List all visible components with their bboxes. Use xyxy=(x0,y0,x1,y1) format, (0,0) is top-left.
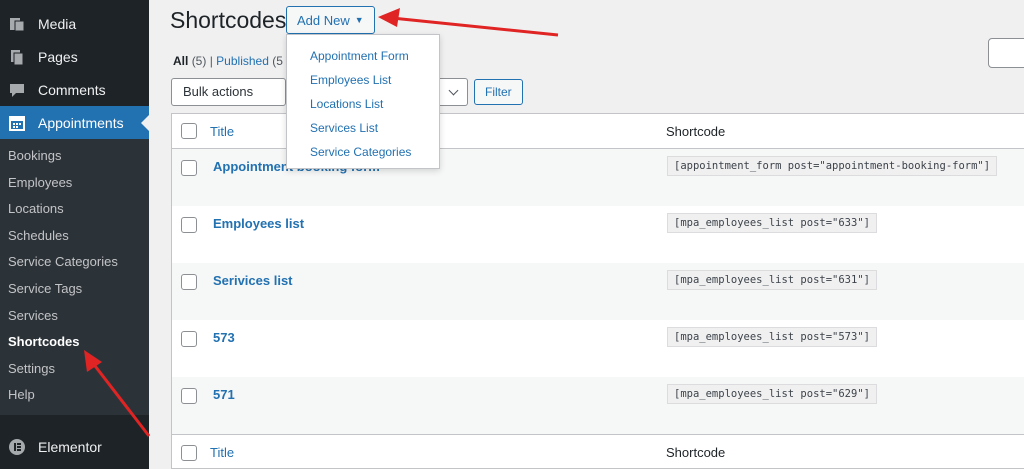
annotation-arrows xyxy=(84,8,559,437)
arrow-to-shortcodes xyxy=(84,350,151,437)
arrow-to-add-new xyxy=(378,8,559,37)
